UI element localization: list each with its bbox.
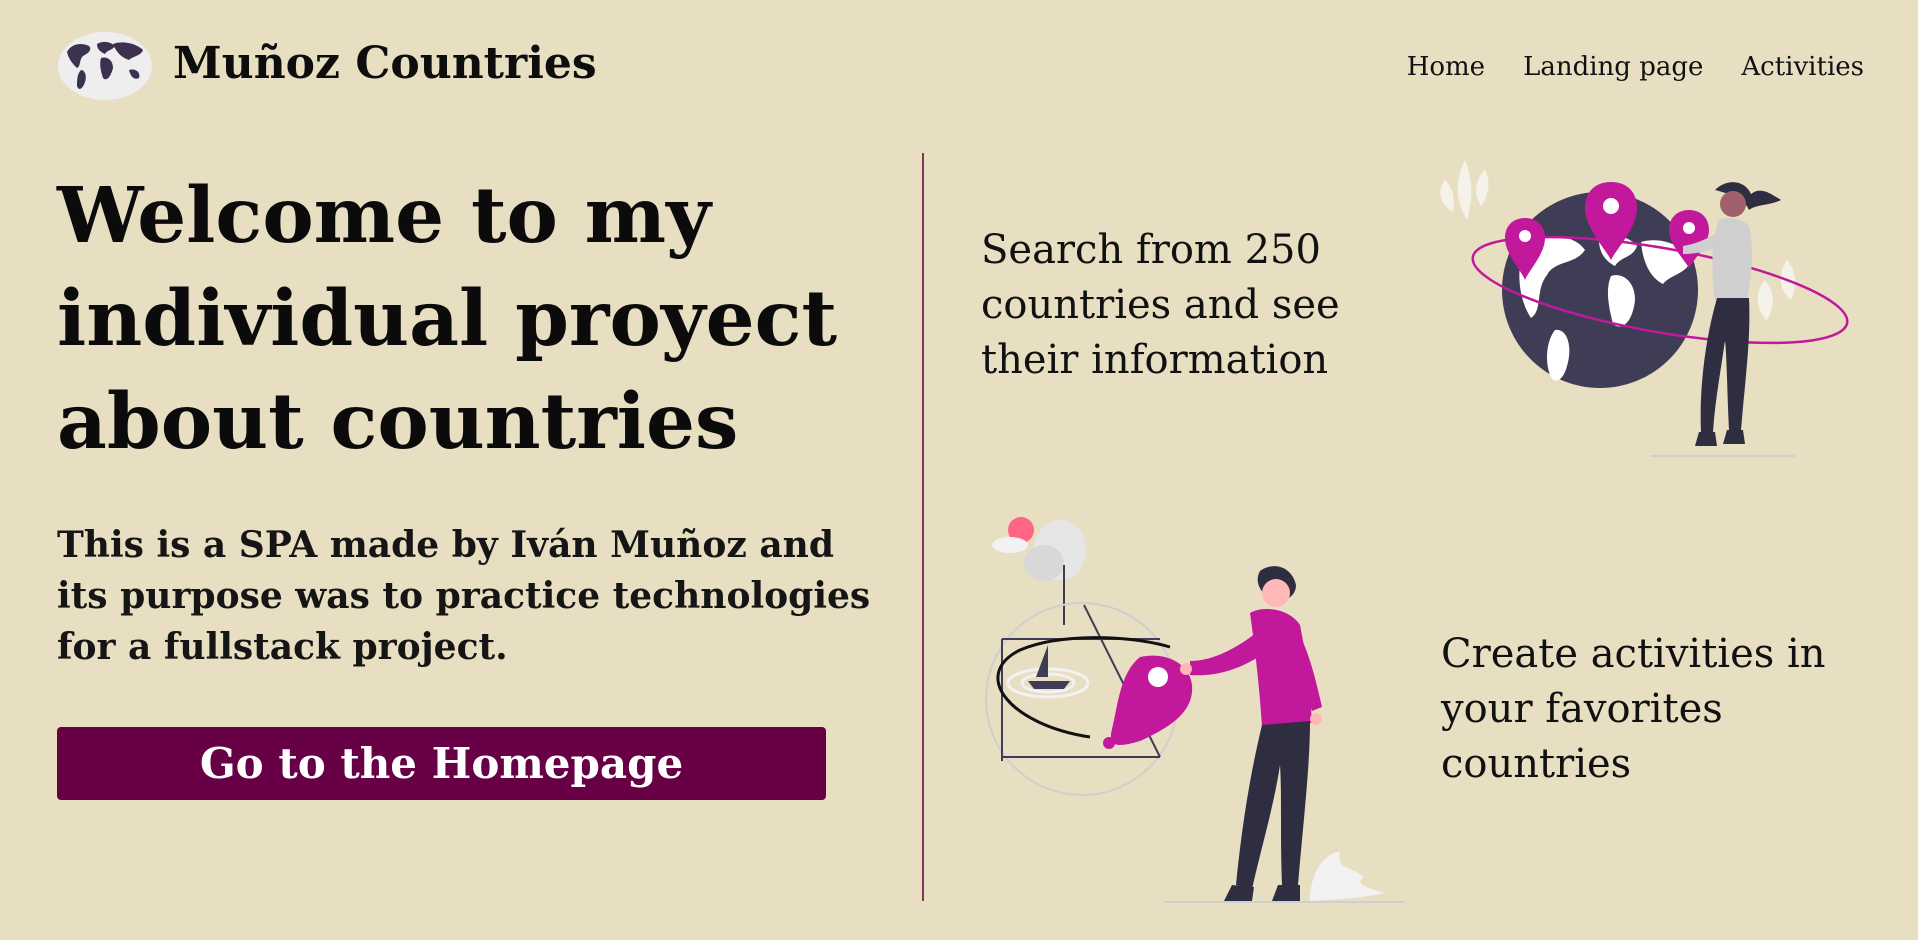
nav-landing-page[interactable]: Landing page (1523, 52, 1703, 82)
feature-activities-text: Create activities in your favorites coun… (1441, 631, 1826, 787)
world-map-icon (58, 32, 152, 100)
feature-search-text: Search from 250 countries and see their … (981, 227, 1340, 383)
go-to-homepage-button[interactable]: Go to the Homepage (57, 727, 826, 800)
hero-description: This is a SPA made by Iván Muñoz and its… (57, 524, 871, 668)
brand-title: Muñoz Countries (173, 38, 597, 89)
main-nav: Home Landing page Activities (1407, 52, 1864, 82)
hero-title: Welcome to my individual proyect about c… (57, 171, 838, 467)
nav-home[interactable]: Home (1407, 52, 1485, 82)
logo[interactable] (57, 30, 154, 102)
column-divider (922, 153, 924, 901)
globe-with-map-pins-illustration (1440, 160, 1849, 457)
person-placing-map-pin-illustration (985, 517, 1405, 903)
nav-activities[interactable]: Activities (1741, 52, 1864, 82)
